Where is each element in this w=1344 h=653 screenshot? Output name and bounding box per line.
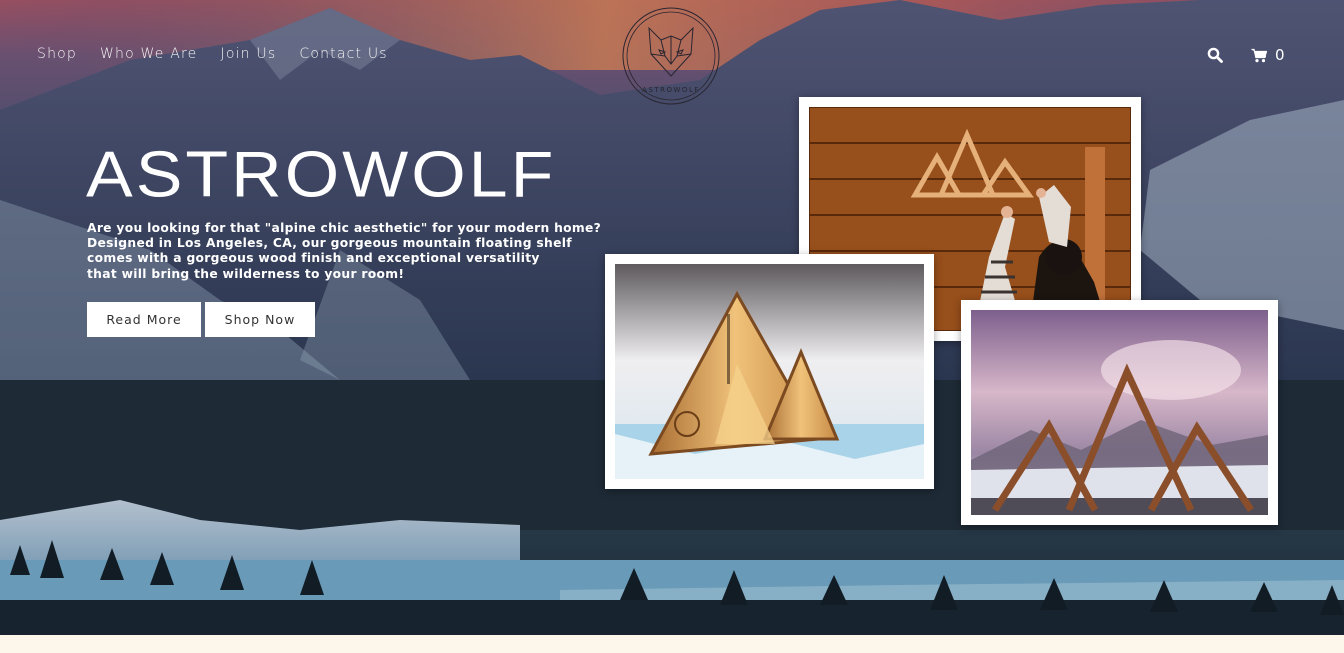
wolf-head-icon: ASTROWOLF bbox=[622, 7, 720, 105]
sky-shelf-image bbox=[971, 310, 1268, 515]
hero-title: ASTROWOLF bbox=[86, 137, 557, 211]
tagline-line: Designed in Los Angeles, CA, our gorgeou… bbox=[87, 236, 572, 251]
page-bottom-strip bbox=[0, 635, 1344, 653]
tagline-line: Are you looking for that "alpine chic ae… bbox=[87, 221, 602, 235]
hero-tagline: Are you looking for that "alpine chic ae… bbox=[87, 221, 607, 282]
cart-count: 0 bbox=[1275, 46, 1285, 64]
main-nav: Shop Who We Are Join Us Contact Us bbox=[37, 46, 388, 62]
nav-join-us[interactable]: Join Us bbox=[220, 46, 276, 62]
product-photo-sky bbox=[961, 300, 1278, 525]
search-icon bbox=[1207, 47, 1223, 63]
product-photo-snow bbox=[605, 254, 934, 489]
header-icons: 0 bbox=[1207, 46, 1285, 64]
tagline-line: that will bring the wilderness to your r… bbox=[87, 266, 405, 281]
nav-shop[interactable]: Shop bbox=[37, 46, 77, 62]
hero-section: Shop Who We Are Join Us Contact Us ASTRO… bbox=[0, 0, 1344, 635]
nav-contact-us[interactable]: Contact Us bbox=[299, 46, 387, 62]
tagline-line: comes with a gorgeous wood finish and ex… bbox=[87, 251, 540, 266]
read-more-button[interactable]: Read More bbox=[87, 302, 201, 337]
snow-shelf-image bbox=[615, 264, 924, 479]
cart-button[interactable]: 0 bbox=[1251, 46, 1285, 64]
nav-who-we-are[interactable]: Who We Are bbox=[100, 46, 197, 62]
search-button[interactable] bbox=[1207, 47, 1223, 63]
shop-now-button[interactable]: Shop Now bbox=[205, 302, 315, 337]
cart-icon bbox=[1251, 48, 1267, 62]
astrowolf-logo[interactable]: ASTROWOLF bbox=[621, 6, 721, 106]
svg-text:ASTROWOLF: ASTROWOLF bbox=[642, 86, 700, 94]
